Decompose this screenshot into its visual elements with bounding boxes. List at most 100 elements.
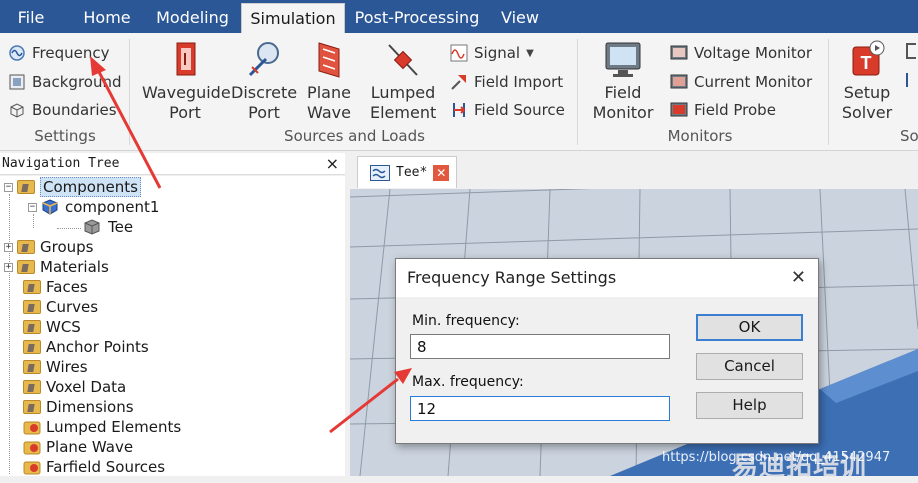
close-tab-icon[interactable]: ✕ xyxy=(433,164,450,181)
folder-icon xyxy=(23,360,41,374)
tree-item-label: Curves xyxy=(46,298,99,316)
dialog-title-bar: Frequency Range Settings ✕ xyxy=(396,259,818,297)
expand-icon[interactable]: + xyxy=(4,242,13,252)
partial-icon xyxy=(906,73,916,87)
field-import-icon xyxy=(450,73,468,91)
min-frequency-label: Min. frequency: xyxy=(412,313,520,329)
menu-tab-file[interactable]: File xyxy=(6,0,56,33)
tree-item-components[interactable]: − Components xyxy=(4,177,141,197)
background-button[interactable]: Background xyxy=(8,69,122,95)
max-frequency-input[interactable] xyxy=(410,396,670,421)
folder-icon xyxy=(17,180,35,194)
close-icon[interactable]: ✕ xyxy=(791,259,806,297)
document-tab-tee[interactable]: Tee* ✕ xyxy=(357,156,457,188)
waves-icon xyxy=(370,164,390,181)
tree-item-voxel-data[interactable]: Voxel Data xyxy=(23,377,126,397)
tree-item-materials[interactable]: + Materials xyxy=(4,257,109,277)
discrete-port-line1: Discrete xyxy=(231,83,298,102)
lumped-element-line1: Lumped xyxy=(370,83,436,102)
folder-icon xyxy=(23,300,41,314)
tree-item-lumped-elements[interactable]: Lumped Elements xyxy=(23,417,181,437)
component-icon xyxy=(41,199,59,215)
tree-item-label: Groups xyxy=(40,238,94,256)
tree-line xyxy=(57,228,81,229)
frequency-button[interactable]: Frequency xyxy=(8,40,110,66)
field-probe-button[interactable]: Field Probe xyxy=(670,97,776,123)
tree-item-farfield-sources[interactable]: Farfield Sources xyxy=(23,457,165,477)
waveguide-port-icon xyxy=(165,39,205,81)
menu-tab-home[interactable]: Home xyxy=(72,0,142,33)
field-import-button[interactable]: Field Import xyxy=(450,69,563,95)
max-frequency-label: Max. frequency: xyxy=(412,374,524,390)
frequency-range-dialog: Frequency Range Settings ✕ Min. frequenc… xyxy=(395,258,819,444)
waveguide-port-line1: Waveguide xyxy=(142,83,231,102)
tree-item-groups[interactable]: + Groups xyxy=(4,237,93,257)
plane-wave-icon xyxy=(309,39,349,81)
setup-solver-button[interactable]: T Setup Solver xyxy=(838,39,896,123)
tree-item-anchor-points[interactable]: Anchor Points xyxy=(23,337,149,357)
background-label: Background xyxy=(32,73,122,91)
field-monitor-button[interactable]: Field Monitor xyxy=(589,39,657,123)
folder-icon xyxy=(23,320,41,334)
signal-button[interactable]: Signal ▼ xyxy=(450,40,534,66)
field-import-label: Field Import xyxy=(474,73,564,91)
signal-label: Signal xyxy=(474,44,521,62)
field-monitor-line2: Monitor xyxy=(592,103,654,122)
field-source-label: Field Source xyxy=(474,101,565,119)
partial-icon xyxy=(906,43,916,59)
tree-item-component1[interactable]: − component1 xyxy=(28,197,159,217)
farfield-folder-icon xyxy=(23,459,41,475)
tree-item-label: Plane Wave xyxy=(46,438,134,456)
waveguide-port-button[interactable]: Waveguide Port xyxy=(142,39,231,123)
ribbon: Frequency Background Boundaries Settings… xyxy=(0,33,918,151)
background-icon xyxy=(8,73,26,91)
plane-wave-button[interactable]: Plane Wave xyxy=(305,39,353,123)
menu-tab-view[interactable]: View xyxy=(492,0,548,33)
field-probe-icon xyxy=(670,101,688,119)
tree-item-label: Materials xyxy=(40,258,109,276)
tree-item-wires[interactable]: Wires xyxy=(23,357,88,377)
current-monitor-icon xyxy=(670,73,688,91)
collapse-icon[interactable]: − xyxy=(28,202,37,212)
menu-tab-modeling[interactable]: Modeling xyxy=(150,0,235,33)
current-monitor-button[interactable]: Current Monitor xyxy=(670,69,812,95)
discrete-port-line2: Port xyxy=(248,103,280,122)
field-source-icon xyxy=(450,101,468,119)
voltage-monitor-icon xyxy=(670,44,688,62)
folder-icon xyxy=(17,240,35,254)
current-monitor-label: Current Monitor xyxy=(694,73,813,91)
folder-icon xyxy=(23,380,41,394)
nav-tree-title: Navigation Tree xyxy=(2,156,120,171)
min-frequency-input[interactable] xyxy=(410,334,670,359)
svg-text:T: T xyxy=(861,53,872,73)
tree-item-faces[interactable]: Faces xyxy=(23,277,88,297)
menu-tab-simulation[interactable]: Simulation xyxy=(241,3,345,34)
close-icon[interactable]: × xyxy=(326,153,339,175)
tree-item-label: Tee xyxy=(108,218,134,236)
tree-line xyxy=(9,194,10,474)
settings-group-label: Settings xyxy=(34,127,96,145)
tree-item-plane-wave[interactable]: Plane Wave xyxy=(23,437,133,457)
help-button[interactable]: Help xyxy=(696,392,803,419)
navigation-tree: − Components − component1 Tee + Groups +… xyxy=(0,176,345,476)
cancel-button[interactable]: Cancel xyxy=(696,353,803,380)
tree-item-tee[interactable]: Tee xyxy=(82,217,133,237)
ok-button[interactable]: OK xyxy=(696,314,803,341)
menu-tab-post-processing[interactable]: Post-Processing xyxy=(352,0,482,33)
collapse-icon[interactable]: − xyxy=(4,182,13,192)
tree-item-dimensions[interactable]: Dimensions xyxy=(23,397,134,417)
tree-item-label: Faces xyxy=(46,278,88,296)
expand-icon[interactable]: + xyxy=(4,262,13,272)
tree-item-label: Wires xyxy=(46,358,88,376)
boundaries-button[interactable]: Boundaries xyxy=(8,97,117,123)
setup-solver-icon: T xyxy=(847,39,887,81)
tree-item-label: Lumped Elements xyxy=(46,418,182,436)
discrete-port-button[interactable]: Discrete Port xyxy=(231,39,297,123)
frequency-icon xyxy=(8,44,26,62)
field-source-button[interactable]: Field Source xyxy=(450,97,565,123)
tree-item-label: WCS xyxy=(46,318,81,336)
lumped-element-button[interactable]: Lumped Element xyxy=(370,39,436,123)
tree-item-wcs[interactable]: WCS xyxy=(23,317,81,337)
tree-item-curves[interactable]: Curves xyxy=(23,297,98,317)
voltage-monitor-button[interactable]: Voltage Monitor xyxy=(670,40,812,66)
